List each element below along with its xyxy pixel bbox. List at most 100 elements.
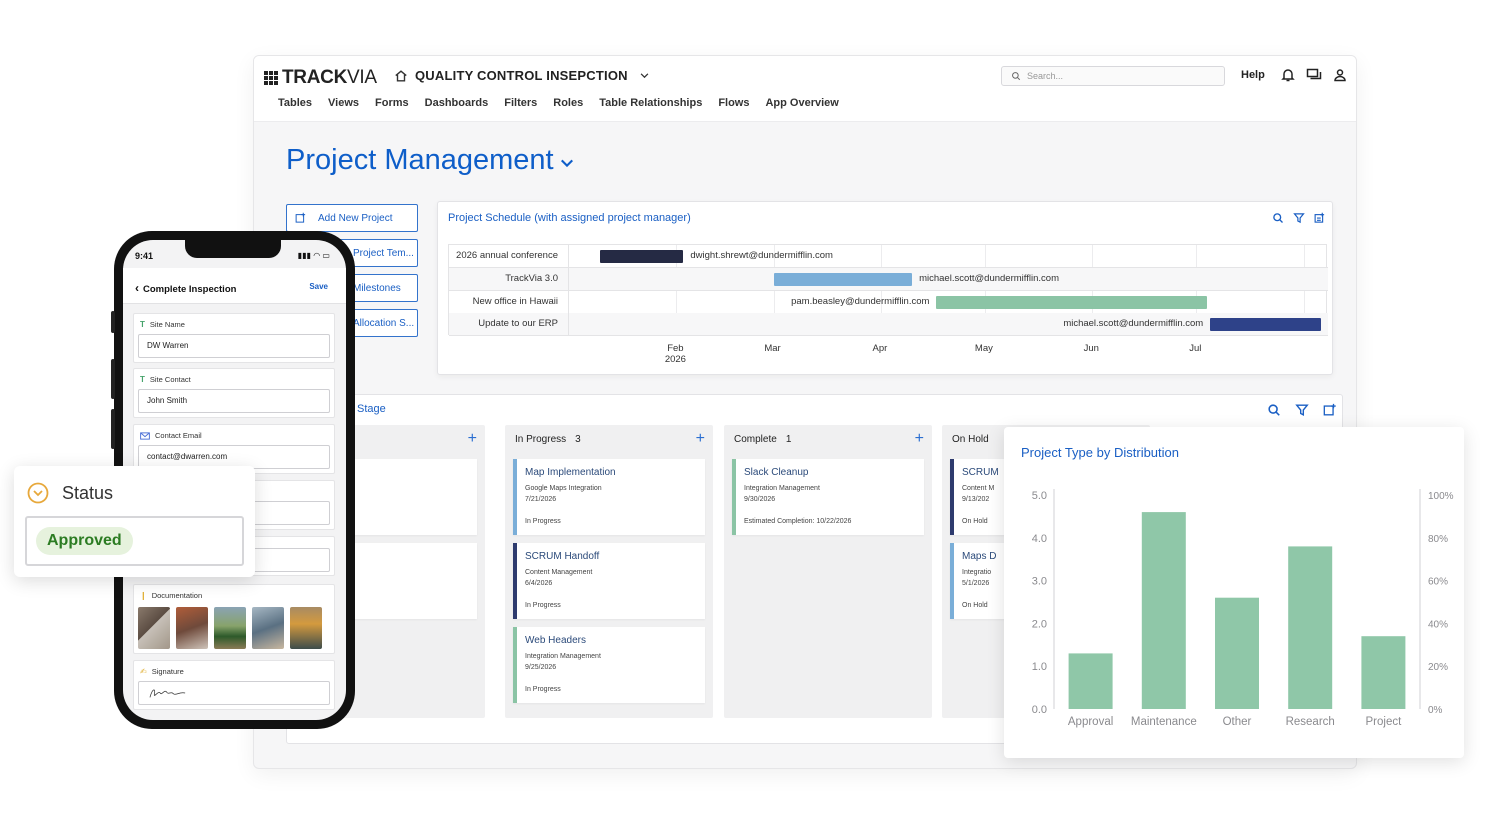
save-button[interactable]: Save (309, 282, 328, 291)
gantt-bar[interactable] (600, 250, 684, 263)
bar-chart: 0.0 1.0 2.0 3.0 4.0 5.0 0% 20% 40% 60% 80% 100% Appr… (1032, 489, 1454, 728)
gantt-bar[interactable] (1210, 318, 1322, 332)
chevron-circle-icon[interactable] (27, 482, 49, 504)
filter-icon[interactable] (1295, 403, 1309, 417)
phone-side-button (111, 359, 115, 399)
nav-item[interactable]: Forms (375, 97, 409, 109)
project-schedule-panel: Project Schedule (with assigned project … (437, 201, 1333, 375)
gantt-manager-email: dwight.shrewt@dundermifflin.com (690, 250, 833, 261)
column-header: In Progress 3 (515, 434, 581, 445)
site-name-input[interactable]: DW Warren (138, 334, 330, 358)
add-new-project-button[interactable]: Add New Project (286, 204, 418, 232)
logo-grid-icon (264, 71, 278, 85)
export-icon[interactable] (1314, 212, 1326, 224)
nav-item[interactable]: Filters (504, 97, 537, 109)
bar[interactable] (1288, 546, 1333, 709)
photo-thumbnail[interactable] (252, 607, 284, 649)
signature-pad[interactable] (138, 681, 330, 705)
card-detail: Integration Management (744, 485, 820, 492)
x-tick-label: Other (1223, 716, 1252, 728)
phone-header-title: Complete Inspection (143, 284, 237, 295)
photo-thumbnail[interactable] (214, 607, 246, 649)
y2-tick-label: 40% (1428, 619, 1448, 630)
month-name: Feb (667, 343, 684, 354)
add-card-button[interactable]: + (915, 430, 924, 448)
nav-item[interactable]: Tables (278, 97, 312, 109)
back-button[interactable]: ‹ Complete Inspection (135, 281, 236, 295)
kanban-card[interactable]: Web Headers Integration Management 9/25/20… (513, 627, 705, 703)
search-input[interactable]: Search... (1001, 66, 1225, 86)
trackvia-logo[interactable]: TRACK VIA (264, 67, 377, 89)
photo-thumbnail[interactable] (290, 607, 322, 649)
gantt-row[interactable]: TrackVia 3.0 michael.scott@dundermifflin.… (449, 267, 1328, 291)
gantt-month-label: Jul (1170, 343, 1220, 354)
card-detail: In Progress (525, 686, 561, 693)
gantt-month-label: May (959, 343, 1009, 354)
month-name: Jul (1189, 343, 1202, 354)
bell-icon[interactable] (1280, 67, 1296, 83)
add-card-button[interactable]: + (696, 430, 705, 448)
gantt-manager-email: michael.scott@dundermifflin.com (919, 272, 1059, 284)
card-title: Web Headers (525, 635, 586, 646)
card-title: Slack Cleanup (744, 467, 809, 478)
page-title[interactable]: Project Management (286, 144, 574, 177)
gantt-row[interactable]: New office in Hawaii pam.beasley@dundermi… (449, 290, 1328, 314)
bar[interactable] (1215, 597, 1259, 709)
column-count: 3 (575, 434, 581, 445)
gantt-manager-email: michael.scott@dundermifflin.com (1063, 318, 1204, 330)
kanban-card[interactable]: Map Implementation Google Maps Integratio… (513, 459, 705, 535)
column-name: In Progress (515, 434, 567, 445)
gantt-row[interactable]: 2026 annual conference dwight.shrewt@dund… (449, 245, 1328, 268)
field-label-text: Contact Email (155, 431, 202, 440)
gantt-bar[interactable] (773, 272, 913, 286)
kanban-toolbar (1267, 403, 1337, 417)
gantt-month-label: Feb 2026 (650, 343, 700, 365)
project-type-chart: Project Type by Distribution 0.0 1.0 2.0 3.… (1004, 427, 1464, 758)
kanban-card[interactable]: SCRUM Handoff Content Management 6/4/2026 I… (513, 543, 705, 619)
gantt-row-label: 2026 annual conference (449, 245, 569, 267)
page-title-text: Project Management (286, 144, 554, 176)
card-detail: Content Management (525, 569, 593, 576)
logo-text-light: VIA (347, 67, 377, 88)
site-contact-input[interactable]: John Smith (138, 389, 330, 413)
bar[interactable] (1361, 636, 1406, 709)
add-card-button[interactable]: + (468, 430, 477, 448)
nav-item[interactable]: Roles (553, 97, 583, 109)
user-icon[interactable] (1332, 67, 1348, 83)
chat-icon[interactable] (1306, 67, 1322, 83)
chevron-left-icon: ‹ (135, 281, 139, 295)
nav-item[interactable]: Dashboards (425, 97, 489, 109)
nav-item[interactable]: Views (328, 97, 359, 109)
card-detail: On Hold (962, 518, 988, 525)
photo-thumbnail[interactable] (176, 607, 208, 649)
search-icon[interactable] (1267, 403, 1281, 417)
app-switcher[interactable]: QUALITY CONTROL INSEPCTION (394, 68, 650, 83)
nav-item[interactable]: Table Relationships (599, 97, 702, 109)
photo-thumbnail[interactable] (138, 607, 170, 649)
search-icon[interactable] (1272, 212, 1284, 224)
add-record-icon[interactable] (1323, 403, 1337, 417)
bar[interactable] (1141, 512, 1186, 709)
nav-item[interactable]: Flows (718, 97, 749, 109)
column-header: Complete 1 (734, 434, 791, 445)
help-link[interactable]: Help (1241, 69, 1265, 81)
status-select[interactable]: Approved (25, 516, 244, 566)
filter-icon[interactable] (1293, 212, 1305, 224)
status-card: Status Approved (14, 466, 255, 577)
bar[interactable] (1068, 653, 1113, 709)
nav-item[interactable]: App Overview (765, 97, 838, 109)
kanban-column: In Progress 3 + Map Implementation Google Ma… (505, 425, 713, 718)
y2-tick-label: 0% (1428, 705, 1443, 716)
x-tick-label: Project (1366, 716, 1403, 728)
x-tick-label: Approval (1068, 716, 1113, 728)
status-bar-time: 9:41 (135, 251, 154, 261)
contact-email-label: Contact Email (140, 431, 202, 440)
y2-tick-label: 100% (1428, 491, 1454, 502)
gantt-month-label: Jun (1066, 343, 1116, 354)
card-title: SCRUM Handoff (525, 551, 600, 562)
paperclip-icon: ❙ (140, 591, 147, 600)
gantt-bar[interactable] (936, 295, 1207, 309)
kanban-card[interactable]: Slack Cleanup Integration Management 9/30/… (732, 459, 924, 535)
project-templates-label: Project Tem... (353, 247, 414, 259)
gantt-row[interactable]: Update to our ERP michael.scott@dundermif… (449, 313, 1328, 337)
